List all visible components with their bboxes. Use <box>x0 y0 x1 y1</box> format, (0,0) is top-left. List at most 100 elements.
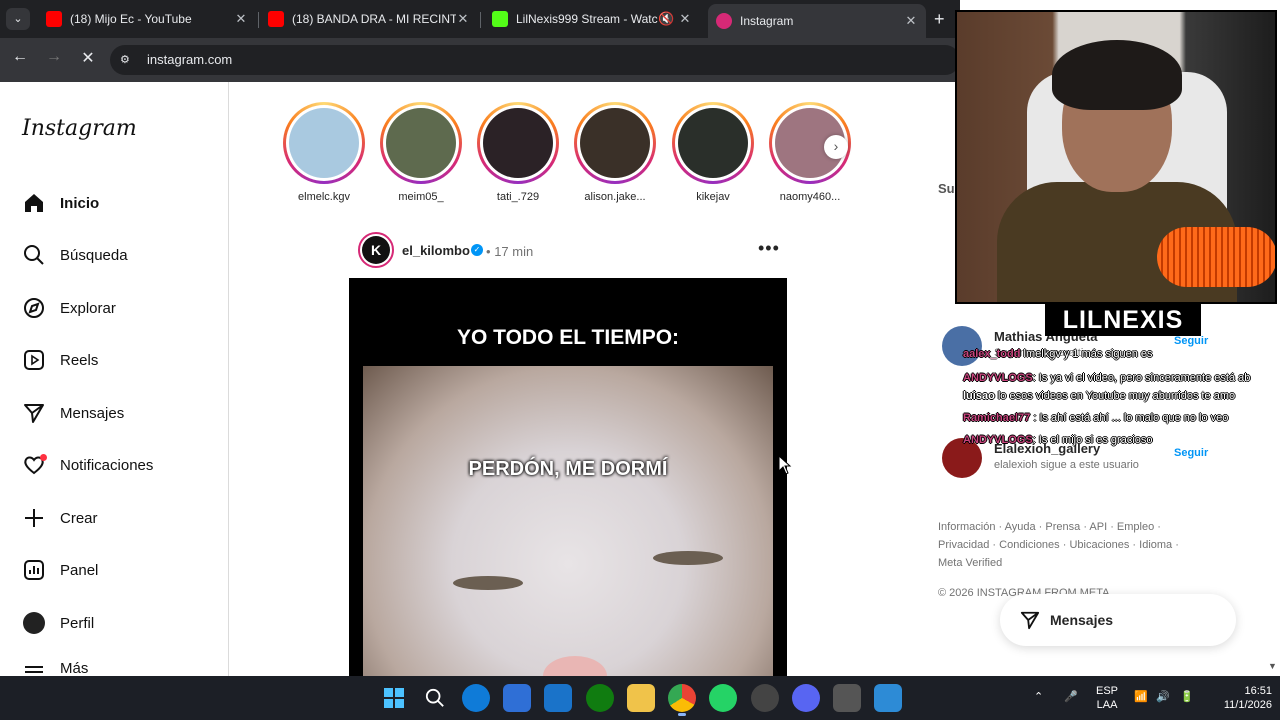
story-username: alison.jake... <box>584 191 646 203</box>
story-username: naomy460... <box>779 191 841 203</box>
xbox-icon[interactable] <box>586 684 614 712</box>
tab-search-dropdown[interactable]: ⌄ <box>6 8 30 30</box>
wifi-icon[interactable]: 📶 <box>1134 690 1148 704</box>
tab-kick-stream[interactable]: LilNexis999 Stream - Watch 🔇 ✕ <box>484 4 700 34</box>
stop-loading-icon[interactable]: ✕ <box>76 48 100 68</box>
discord-icon[interactable] <box>792 684 820 712</box>
follow-button[interactable]: Seguir <box>1174 447 1208 459</box>
menu-icon <box>22 660 46 676</box>
stories-next-button[interactable]: › <box>824 135 848 159</box>
chat-text: : Is el mijo si es gracioso <box>1032 434 1153 446</box>
tab-divider <box>480 12 481 28</box>
cat-eye <box>653 551 723 565</box>
new-tab-button[interactable]: + <box>934 9 945 30</box>
back-icon[interactable]: ← <box>8 48 32 66</box>
post-time-value: 17 min <box>494 244 534 259</box>
clock-date: 11/1/2026 <box>1223 699 1272 711</box>
app-icon[interactable] <box>751 684 779 712</box>
story-item[interactable]: alison.jake... <box>573 102 657 203</box>
chat-username: aalex_todd <box>963 348 1021 360</box>
story-item[interactable]: meim05_ <box>379 102 463 203</box>
nav-busqueda[interactable]: Búsqueda <box>22 240 128 270</box>
store-icon[interactable] <box>503 684 531 712</box>
story-username: meim05_ <box>398 191 444 203</box>
chat-username: ANDYVLOGS <box>963 372 1033 384</box>
nav-panel[interactable]: Panel <box>22 555 98 585</box>
close-icon[interactable]: ✕ <box>678 11 692 27</box>
nav-label: Inicio <box>60 194 100 212</box>
nav-label: Crear <box>60 509 98 527</box>
app-icon[interactable] <box>874 684 902 712</box>
chrome-icon[interactable] <box>668 684 696 716</box>
youtube-icon <box>46 11 62 27</box>
notification-dot <box>40 454 47 461</box>
language-indicator[interactable]: ESP LAA <box>1096 684 1118 712</box>
edge-icon[interactable] <box>462 684 490 712</box>
chat-text: lo esos videos en Youtube muy aburridos … <box>997 390 1236 402</box>
webcam-overlay <box>955 10 1277 304</box>
mute-icon[interactable]: 🔇 <box>658 11 674 27</box>
story-avatar <box>386 108 456 178</box>
mouse-cursor <box>778 455 792 475</box>
nav-reels[interactable]: Reels <box>22 345 98 375</box>
kick-icon <box>492 11 508 27</box>
follow-button[interactable]: Seguir <box>1174 335 1208 347</box>
chat-text: : Is ahí está ahí ... lo malo que no lo … <box>1033 412 1229 424</box>
clock-time: 16:51 <box>1244 685 1272 697</box>
volume-icon[interactable]: 🔊 <box>1156 690 1170 704</box>
story-item[interactable]: elmelc.kgv <box>282 102 366 203</box>
story-item[interactable]: kikejav <box>671 102 755 203</box>
file-explorer-icon[interactable] <box>627 684 655 712</box>
reels-icon <box>22 348 46 372</box>
nav-mas[interactable]: Más <box>22 660 88 676</box>
microphone-icon[interactable]: 🎤 <box>1064 690 1078 704</box>
clock[interactable]: 16:51 11/1/2026 <box>1208 684 1272 712</box>
microphone <box>1157 227 1275 287</box>
scroll-down-arrow[interactable]: ▼ <box>1268 661 1277 671</box>
whatsapp-icon[interactable] <box>709 684 737 712</box>
chat-username: ANDYVLOGS <box>963 434 1033 446</box>
chat-message: Ramichael77 : Is ahí está ahí ... lo mal… <box>963 410 1228 426</box>
post-media[interactable]: YO TODO EL TIEMPO: PERDÓN, ME DORMÍ <box>349 278 787 676</box>
close-icon[interactable]: ✕ <box>234 11 248 27</box>
nav-label: Mensajes <box>60 404 125 422</box>
instagram-logo[interactable]: Instagram <box>22 116 137 141</box>
nav-label: Búsqueda <box>60 246 128 264</box>
story-avatar <box>580 108 650 178</box>
more-options-icon[interactable]: ••• <box>758 238 780 259</box>
post-author-username[interactable]: el_kilombo <box>402 243 470 258</box>
post-timestamp: • 17 min <box>486 244 533 259</box>
chevron-up-icon[interactable]: ⌃ <box>1034 690 1043 704</box>
close-icon[interactable]: ✕ <box>456 11 470 27</box>
nav-explorar[interactable]: Explorar <box>22 293 116 323</box>
nav-perfil[interactable]: Perfil <box>22 608 94 638</box>
nav-crear[interactable]: Crear <box>22 503 98 533</box>
tab-youtube-banda[interactable]: (18) BANDA DRA - MI RECINTO ✕ <box>260 4 478 34</box>
close-icon[interactable]: ✕ <box>904 13 918 29</box>
windows-taskbar: ⌃ 🎤 ESP LAA 📶 🔊 🔋 16:51 11/1/2026 <box>0 676 1280 720</box>
post-author-avatar[interactable]: K <box>358 232 394 268</box>
search-icon[interactable] <box>421 684 449 712</box>
story-username: tati_.729 <box>496 191 540 203</box>
streamer-name-label: LILNEXIS <box>1045 304 1201 336</box>
site-settings-icon[interactable]: ⚙ <box>120 53 134 67</box>
search-icon <box>22 243 46 267</box>
battery-icon[interactable]: 🔋 <box>1180 690 1194 704</box>
tab-youtube-mijo[interactable]: (18) Mijo Ec - YouTube ✕ <box>38 4 256 34</box>
windows-start-icon[interactable] <box>380 684 408 712</box>
nav-label: Panel <box>60 561 99 579</box>
forward-icon[interactable]: → <box>42 48 66 66</box>
footer-links[interactable]: Información · Ayuda · Prensa · API · Emp… <box>938 518 1188 572</box>
nav-notificaciones[interactable]: Notificaciones <box>22 450 153 480</box>
app-icon[interactable] <box>833 684 861 712</box>
messages-floating-button[interactable]: Mensajes <box>1000 594 1236 646</box>
youtube-icon <box>268 11 284 27</box>
omnibox[interactable]: ⚙ instagram.com <box>110 45 960 75</box>
app-icon[interactable] <box>544 684 572 712</box>
story-item[interactable]: tati_.729 <box>476 102 560 203</box>
tab-instagram[interactable]: Instagram ✕ <box>708 4 926 38</box>
nav-inicio[interactable]: Inicio <box>22 188 99 218</box>
nav-label: Reels <box>60 351 99 369</box>
avatar-letter: K <box>362 236 390 264</box>
nav-mensajes[interactable]: Mensajes <box>22 398 124 428</box>
